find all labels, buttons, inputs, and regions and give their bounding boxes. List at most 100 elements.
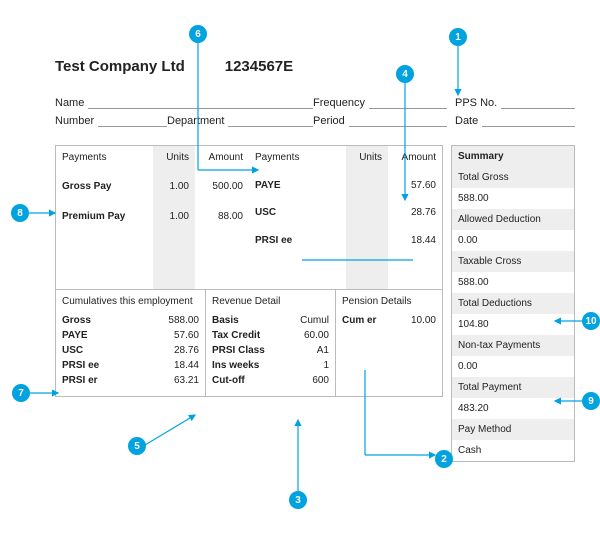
revenue-panel: Revenue Detail Basis Cumul Tax Credit 60.0… — [206, 290, 336, 396]
header: Test Company Ltd 1234567E — [55, 58, 575, 75]
row-units: 1.00 — [153, 175, 195, 204]
summary-label: Non-tax Payments — [452, 335, 574, 356]
payslip: Test Company Ltd 1234567E Name Frequency… — [55, 58, 575, 462]
k: Cut-off — [212, 375, 245, 386]
registration-number: 1234567E — [225, 58, 293, 75]
main-area: Payments Units Amount Gross Pay 1.00 500… — [55, 145, 575, 462]
row-label: PAYE — [249, 174, 346, 202]
summary-title: Summary — [452, 146, 574, 167]
k: PAYE — [62, 330, 88, 341]
k: Gross — [62, 315, 91, 326]
k: PRSI er — [62, 375, 98, 386]
left-block: Payments Units Amount Gross Pay 1.00 500… — [55, 145, 443, 397]
col-units: Units — [346, 146, 388, 174]
pension-panel: Pension Details Cum er 10.00 — [336, 290, 442, 396]
line — [228, 115, 313, 127]
revenue-title: Revenue Detail — [212, 296, 329, 307]
callout-5: 5 — [128, 437, 146, 455]
summary-value: 0.00 — [452, 230, 574, 251]
summary-panel: Summary Total Gross 588.00 Allowed Deduc… — [451, 145, 575, 462]
payments-right: Payments Units Amount PAYE 57.60 USC 28.… — [249, 146, 442, 289]
summary-label: Taxable Cross — [452, 251, 574, 272]
row-units — [346, 174, 388, 202]
k: PRSI ee — [62, 360, 99, 371]
line — [482, 115, 575, 127]
v: 10.00 — [411, 315, 436, 326]
summary-value: 588.00 — [452, 188, 574, 209]
company-name: Test Company Ltd — [55, 58, 185, 75]
row-units: 1.00 — [153, 205, 195, 234]
v: 63.21 — [174, 375, 199, 386]
callout-7: 7 — [12, 384, 30, 402]
label-number: Number — [55, 115, 94, 127]
v: 57.60 — [174, 330, 199, 341]
row-amount: 500.00 — [195, 175, 249, 204]
line — [501, 97, 575, 109]
callout-6: 6 — [189, 25, 207, 43]
callout-8: 8 — [11, 204, 29, 222]
col-amount: Amount — [388, 146, 442, 174]
col-payments: Payments — [249, 146, 346, 174]
callout-4: 4 — [396, 65, 414, 83]
k: USC — [62, 345, 83, 356]
callout-3: 3 — [289, 491, 307, 509]
row-amount: 28.76 — [388, 201, 442, 229]
v: 600 — [312, 375, 329, 386]
row-amount: 57.60 — [388, 174, 442, 202]
payments-area: Payments Units Amount Gross Pay 1.00 500… — [56, 146, 442, 289]
k: PRSI Class — [212, 345, 265, 356]
line — [98, 115, 167, 127]
row-amount: 88.00 — [195, 205, 249, 234]
col-units: Units — [153, 146, 195, 175]
row-label: Gross Pay — [56, 175, 153, 204]
v: 60.00 — [304, 330, 329, 341]
v: Cumul — [300, 315, 329, 326]
summary-value: 104.80 — [452, 314, 574, 335]
label-date: Date — [455, 115, 478, 127]
lower-panels: Cumulatives this employment Gross588.00 … — [56, 289, 442, 396]
label-name: Name — [55, 97, 84, 109]
callout-10: 10 — [582, 312, 600, 330]
field-row-2: Number Department Period Date — [55, 115, 575, 127]
field-row-1: Name Frequency PPS No. — [55, 97, 575, 109]
callout-9: 9 — [582, 392, 600, 410]
label-frequency: Frequency — [313, 97, 365, 109]
callout-1: 1 — [449, 28, 467, 46]
summary-value: 0.00 — [452, 356, 574, 377]
summary-label: Pay Method — [452, 419, 574, 440]
payments-left: Payments Units Amount Gross Pay 1.00 500… — [56, 146, 249, 289]
summary-value: Cash — [452, 440, 574, 461]
k: Cum er — [342, 315, 376, 326]
v: 588.00 — [168, 315, 199, 326]
k: Ins weeks — [212, 360, 259, 371]
label-period: Period — [313, 115, 345, 127]
summary-label: Allowed Deduction — [452, 209, 574, 230]
cumulatives-title: Cumulatives this employment — [62, 296, 199, 307]
cumulatives-panel: Cumulatives this employment Gross588.00 … — [56, 290, 206, 396]
row-label: PRSI ee — [249, 229, 346, 257]
summary-value: 588.00 — [452, 272, 574, 293]
row-label: USC — [249, 201, 346, 229]
k: Tax Credit — [212, 330, 260, 341]
summary-label: Total Gross — [452, 167, 574, 188]
v: 18.44 — [174, 360, 199, 371]
v: A1 — [317, 345, 329, 356]
row-units — [346, 229, 388, 257]
col-payments: Payments — [56, 146, 153, 175]
k: Basis — [212, 315, 239, 326]
line — [88, 97, 313, 109]
v: 1 — [323, 360, 329, 371]
row-units — [346, 201, 388, 229]
label-department: Department — [167, 115, 224, 127]
line — [369, 97, 447, 109]
summary-value: 483.20 — [452, 398, 574, 419]
summary-label: Total Payment — [452, 377, 574, 398]
row-amount: 18.44 — [388, 229, 442, 257]
v: 28.76 — [174, 345, 199, 356]
pension-title: Pension Details — [342, 296, 436, 307]
label-pps: PPS No. — [455, 97, 497, 109]
callout-2: 2 — [435, 450, 453, 468]
summary-label: Total Deductions — [452, 293, 574, 314]
line — [349, 115, 447, 127]
col-amount: Amount — [195, 146, 249, 175]
